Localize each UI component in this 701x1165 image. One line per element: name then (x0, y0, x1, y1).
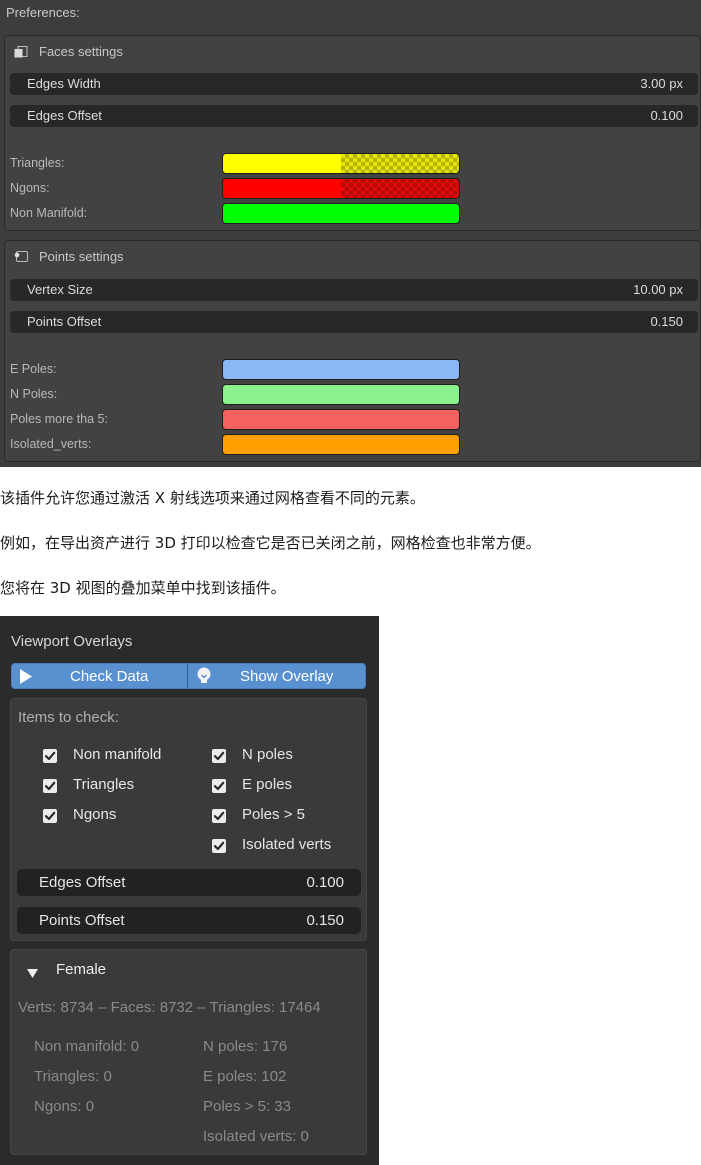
vertex-size-label: Vertex Size (27, 282, 93, 297)
checkbox-ngons[interactable]: Ngons (43, 806, 183, 826)
edges-offset-label: Edges Offset (27, 108, 102, 123)
edges-width-label: Edges Width (27, 76, 101, 91)
color-label-triangles: Triangles: (10, 156, 65, 170)
points-offset-field[interactable]: Points Offset 0.150 (10, 311, 698, 333)
color-swatch-non-manifold[interactable] (222, 203, 460, 224)
color-swatch-poles-more-tha-5[interactable] (222, 409, 460, 430)
swatch-solid-fill (223, 410, 459, 429)
viewport-overlays-panel: Viewport Overlays Check Data Show Overla… (0, 616, 379, 1165)
points-settings-title: Points settings (39, 249, 124, 264)
swatch-solid-fill (223, 360, 459, 379)
color-swatch-isolated-verts[interactable] (222, 434, 460, 455)
checkbox-label: Non manifold (73, 746, 162, 763)
description-paragraph-2: 例如，在导出资产进行 3D 打印以检查它是否已关闭之前，网格检查也非常方便。 (0, 534, 541, 552)
points-offset-value: 0.150 (650, 314, 683, 329)
checkmark-icon (212, 809, 226, 823)
checkmark-icon (212, 779, 226, 793)
stat-poles-5: Poles > 5: 33 (203, 1098, 291, 1115)
stat-n-poles: N poles: 176 (203, 1038, 288, 1055)
lightbulb-icon (196, 667, 212, 689)
edges-width-value: 3.00 px (640, 76, 683, 91)
checkbox-isolated-verts[interactable]: Isolated verts (212, 836, 352, 856)
stat-ngons: Ngons: 0 (34, 1098, 95, 1115)
check-data-label: Check Data (70, 668, 149, 685)
swatch-solid-fill (223, 154, 341, 173)
checkbox-e-poles[interactable]: E poles (212, 776, 352, 796)
color-label-ngons: Ngons: (10, 181, 50, 195)
check-data-button[interactable]: Check Data (12, 664, 187, 688)
checkbox-triangles[interactable]: Triangles (43, 776, 183, 796)
overlay-edges-offset-value: 0.100 (306, 874, 344, 891)
play-icon (19, 669, 33, 688)
stat-non-manifold: Non manifold: 0 (34, 1038, 140, 1055)
items-to-check-label: Items to check: (18, 709, 119, 726)
items-to-check-box: Items to check: Non manifold Triangles Ngo… (10, 698, 367, 941)
color-label-isolated-verts: Isolated_verts: (10, 437, 92, 451)
object-stats-box: Female Verts: 8734 – Faces: 8732 – Trian… (10, 949, 367, 1155)
checkmark-icon (43, 779, 57, 793)
edges-offset-field[interactable]: Edges Offset 0.100 (10, 105, 698, 127)
checkmark-icon (212, 839, 226, 853)
overlay-points-offset-field[interactable]: Points Offset 0.150 (17, 907, 361, 934)
object-name: Female (56, 961, 107, 978)
checkmark-icon (43, 749, 57, 763)
preferences-panel: Preferences: Faces settings Edges Width … (0, 0, 701, 467)
description-paragraph-3: 您将在 3D 视图的叠加菜单中找到该插件。 (0, 579, 286, 597)
swatch-solid-fill (223, 385, 459, 404)
edges-width-field[interactable]: Edges Width 3.00 px (10, 73, 698, 95)
swatch-solid-fill (223, 179, 341, 198)
color-swatch-n-poles[interactable] (222, 384, 460, 405)
stat-e-poles: E poles: 102 (203, 1068, 287, 1085)
overlay-edges-offset-label: Edges Offset (39, 874, 126, 891)
points-panel-icon (14, 251, 28, 263)
color-label-poles-more-tha-5: Poles more tha 5: (10, 412, 108, 426)
overlay-points-offset-value: 0.150 (306, 912, 344, 929)
viewport-overlays-title: Viewport Overlays (11, 633, 133, 650)
color-label-non-manifold: Non Manifold: (10, 206, 88, 220)
vertex-size-field[interactable]: Vertex Size 10.00 px (10, 279, 698, 301)
action-button-bar: Check Data Show Overlay (11, 663, 366, 689)
overlay-points-offset-label: Points Offset (39, 912, 125, 929)
show-overlay-button[interactable]: Show Overlay (188, 664, 366, 688)
checkbox-label: Ngons (73, 806, 117, 823)
color-swatch-e-poles[interactable] (222, 359, 460, 380)
vertex-size-value: 10.00 px (633, 282, 683, 297)
checkbox-label: E poles (242, 776, 293, 793)
object-collapse-toggle[interactable]: Female (27, 960, 227, 980)
swatch-solid-fill (223, 204, 459, 223)
checkbox-poles-5[interactable]: Poles > 5 (212, 806, 352, 826)
swatch-alpha-checker (341, 179, 459, 198)
checkbox-non-manifold[interactable]: Non manifold (43, 746, 183, 766)
swatch-solid-fill (223, 435, 459, 454)
color-label-e-poles: E Poles: (10, 362, 57, 376)
edges-offset-value: 0.100 (650, 108, 683, 123)
checkmark-icon (43, 809, 57, 823)
faces-panel-icon (14, 46, 28, 58)
show-overlay-label: Show Overlay (240, 668, 334, 685)
color-swatch-triangles[interactable] (222, 153, 460, 174)
checkbox-label: N poles (242, 746, 293, 763)
description-paragraph-1: 该插件允许您通过激活 X 射线选项来通过网格查看不同的元素。 (0, 489, 425, 507)
checkbox-label: Triangles (73, 776, 135, 793)
preferences-header: Preferences: (6, 5, 80, 20)
checkbox-label: Poles > 5 (242, 806, 305, 823)
color-label-n-poles: N Poles: (10, 387, 58, 401)
color-swatch-ngons[interactable] (222, 178, 460, 199)
checkmark-icon (212, 749, 226, 763)
triangle-down-icon (27, 965, 38, 982)
overlay-edges-offset-field[interactable]: Edges Offset 0.100 (17, 869, 361, 896)
points-offset-label: Points Offset (27, 314, 102, 329)
swatch-alpha-checker (341, 154, 459, 173)
stat-triangles: Triangles: 0 (34, 1068, 112, 1085)
object-summary: Verts: 8734 – Faces: 8732 – Triangles: 1… (18, 999, 321, 1016)
faces-settings-panel: Faces settings (4, 35, 701, 231)
stat-isolated-verts: Isolated verts: 0 (203, 1128, 309, 1145)
checkbox-label: Isolated verts (242, 836, 332, 853)
checkbox-n-poles[interactable]: N poles (212, 746, 352, 766)
faces-settings-title: Faces settings (39, 44, 123, 59)
